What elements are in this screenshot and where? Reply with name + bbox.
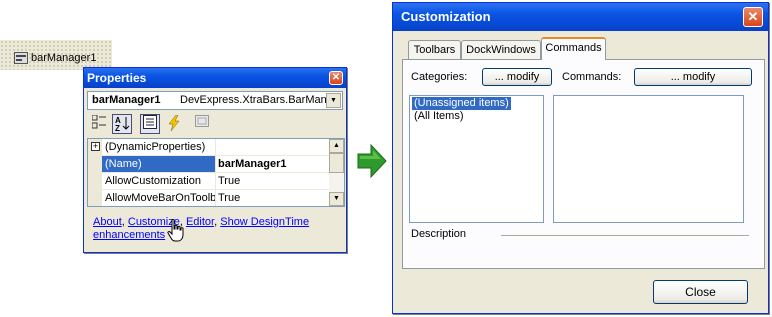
categorized-button[interactable] <box>89 114 109 134</box>
properties-view-button[interactable] <box>140 114 160 134</box>
categories-modify-button[interactable]: ... modify <box>482 68 552 86</box>
button-label: ... modify <box>494 71 540 83</box>
commands-list[interactable] <box>553 95 744 223</box>
categorized-icon <box>91 114 106 129</box>
property-list-icon <box>143 115 157 129</box>
description-divider <box>501 235 749 237</box>
lightning-icon <box>168 114 180 132</box>
property-name: (Name) <box>102 156 215 172</box>
row-gutter <box>88 173 102 189</box>
object-name: barManager1 <box>92 94 161 106</box>
scroll-thumb[interactable] <box>329 153 344 173</box>
arrow-right-icon <box>357 143 387 179</box>
tab-dockwindows[interactable]: DockWindows <box>461 40 541 59</box>
events-button[interactable] <box>164 114 184 134</box>
property-pages-button[interactable] <box>192 114 212 134</box>
property-grid-scrollbar[interactable]: ▲ ▼ <box>329 139 344 206</box>
property-row[interactable]: AllowMoveBarOnToolbar True <box>88 190 330 206</box>
hand-cursor-icon <box>167 219 184 242</box>
tab-label: Commands <box>545 42 602 54</box>
commands-pane: About, Customize, Editor, Show DesignTim… <box>87 210 345 250</box>
object-selector-combo[interactable]: barManager1 DevExpress.XtraBars.BarManag… <box>87 91 343 110</box>
property-value[interactable]: True <box>218 175 240 187</box>
property-value[interactable]: barManager1 <box>218 158 286 170</box>
svg-text:Z: Z <box>115 124 120 131</box>
row-gutter <box>88 156 102 172</box>
property-name: AllowMoveBarOnToolbar <box>105 192 215 204</box>
column-divider <box>215 156 216 172</box>
list-item[interactable]: (Unassigned items) <box>412 97 511 110</box>
list-item[interactable]: (All Items) <box>412 110 466 123</box>
button-label: Close <box>685 285 716 299</box>
categories-label: Categories: <box>411 71 468 83</box>
barmanager-icon <box>14 52 28 64</box>
properties-title: Properties <box>87 71 147 85</box>
tab-toolbars[interactable]: Toolbars <box>408 40 461 59</box>
customization-titlebar[interactable]: Customization <box>393 3 768 31</box>
customization-close-x-button[interactable]: ✕ <box>743 7 763 27</box>
customization-title: Customization <box>401 9 491 24</box>
property-value[interactable]: True <box>218 192 240 204</box>
button-label: ... modify <box>670 71 716 83</box>
commands-modify-button[interactable]: ... modify <box>634 68 752 86</box>
property-row-selected[interactable]: (Name) barManager1 <box>88 156 330 173</box>
commands-label: Commands: <box>562 71 622 83</box>
sort-az-icon: A Z <box>115 116 130 133</box>
close-icon: ✕ <box>331 72 341 83</box>
properties-titlebar[interactable]: Properties <box>84 68 346 88</box>
properties-window: Properties ✕ barManager1 DevExpress.Xtra… <box>83 67 347 253</box>
customization-window: Customization ✕ Toolbars DockWindows Com… <box>392 2 769 314</box>
chevron-down-icon[interactable]: ▼ <box>326 93 341 108</box>
close-icon: ✕ <box>747 9 759 24</box>
categories-list[interactable]: (Unassigned items) (All Items) <box>409 95 544 223</box>
properties-close-button[interactable]: ✕ <box>329 71 343 85</box>
object-type: DevExpress.XtraBars.BarManager <box>180 94 326 106</box>
row-gutter <box>88 190 102 206</box>
about-link[interactable]: About <box>93 216 122 228</box>
scroll-up-icon[interactable]: ▲ <box>329 139 344 153</box>
column-divider <box>215 173 216 189</box>
expand-icon[interactable]: + <box>91 142 100 151</box>
tab-label: DockWindows <box>466 44 536 56</box>
property-grid[interactable]: + (DynamicProperties) (Name) barManager1… <box>87 138 345 207</box>
column-divider <box>215 139 216 155</box>
column-divider <box>215 190 216 206</box>
property-row[interactable]: + (DynamicProperties) <box>88 139 330 156</box>
tab-commands[interactable]: Commands <box>541 37 606 60</box>
editor-link[interactable]: Editor <box>186 216 214 228</box>
property-name: AllowCustomization <box>105 175 201 187</box>
alphabetical-button[interactable]: A Z <box>112 114 132 134</box>
tray-component-barmanager[interactable]: barManager1 <box>14 50 96 66</box>
close-button[interactable]: Close <box>653 280 748 304</box>
tab-label: Toolbars <box>413 44 456 56</box>
property-pages-icon <box>195 115 209 127</box>
tray-component-label: barManager1 <box>31 52 97 64</box>
commands-tab-panel: Categories: ... modify Commands: ... mod… <box>402 59 765 269</box>
scroll-down-icon[interactable]: ▼ <box>329 192 344 206</box>
property-name: (DynamicProperties) <box>105 141 206 153</box>
property-row[interactable]: AllowCustomization True <box>88 173 330 190</box>
description-label: Description <box>411 228 467 240</box>
